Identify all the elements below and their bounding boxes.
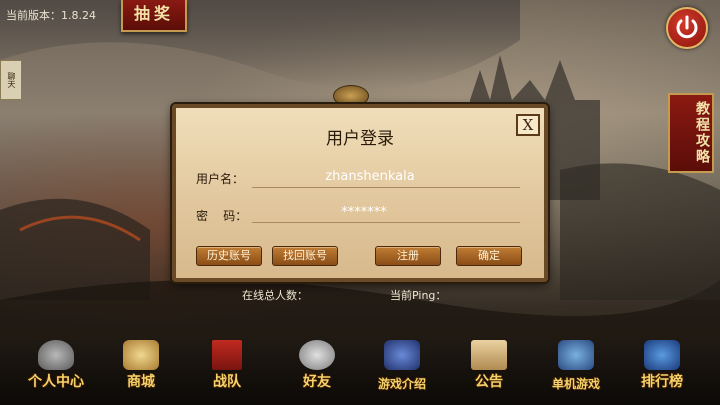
version-text: 当前版本：1.8.24 [6, 9, 96, 22]
treasure-icon [558, 340, 594, 370]
register-button[interactable]: 注册 [375, 246, 441, 266]
friends-icon [299, 340, 335, 370]
ranking-icon [644, 340, 680, 370]
chat-tab[interactable]: 聊天 [0, 60, 22, 100]
history-account-button[interactable]: 历史账号 [196, 246, 262, 266]
recover-account-button[interactable]: 找回账号 [272, 246, 338, 266]
password-field[interactable]: ******* [264, 205, 464, 220]
nav-label: 商城 [127, 374, 155, 390]
nav-label: 战队 [213, 374, 241, 390]
online-count-label: 在线总人数： [242, 289, 308, 302]
power-button[interactable] [666, 7, 708, 49]
tutorial-button[interactable]: 教程攻略 [668, 93, 714, 173]
login-dialog: 用户登录 X 用户名： zhanshenkala 密 码： ******* 历史… [172, 104, 548, 282]
username-label: 用户名： [196, 172, 245, 186]
nav-ranking[interactable]: 排行榜 [626, 340, 698, 402]
nav-label: 排行榜 [641, 374, 683, 390]
dialog-title: 用户登录 [326, 129, 394, 149]
power-icon [676, 15, 698, 39]
wizard-icon [384, 340, 420, 370]
nav-label: 个人中心 [28, 374, 84, 390]
nav-label: 公告 [475, 374, 503, 390]
nav-announcement[interactable]: 公告 [458, 340, 520, 402]
close-button[interactable]: X [516, 114, 540, 136]
username-field[interactable]: zhanshenkala [270, 169, 470, 184]
username-underline [252, 187, 520, 188]
nav-shop[interactable]: 商城 [110, 340, 172, 402]
password-label: 密 码： [196, 209, 248, 223]
confirm-button[interactable]: 确定 [456, 246, 522, 266]
shop-icon [123, 340, 159, 370]
nav-team[interactable]: 战队 [196, 340, 258, 402]
nav-single-player[interactable]: 单机游戏 [538, 340, 614, 402]
password-underline [252, 222, 520, 223]
lottery-button[interactable]: 抽奖 [121, 0, 187, 32]
nav-label: 单机游戏 [551, 377, 600, 391]
nav-personal-center[interactable]: 个人中心 [20, 340, 92, 402]
nav-game-intro[interactable]: 游戏介绍 [366, 340, 438, 402]
ping-label: 当前Ping： [390, 289, 447, 302]
scroll-icon [471, 340, 507, 370]
nav-label: 好友 [303, 374, 331, 390]
banner-icon [212, 340, 242, 370]
helmet-icon [38, 340, 74, 370]
nav-label: 游戏介绍 [377, 377, 426, 391]
nav-friends[interactable]: 好友 [286, 340, 348, 402]
